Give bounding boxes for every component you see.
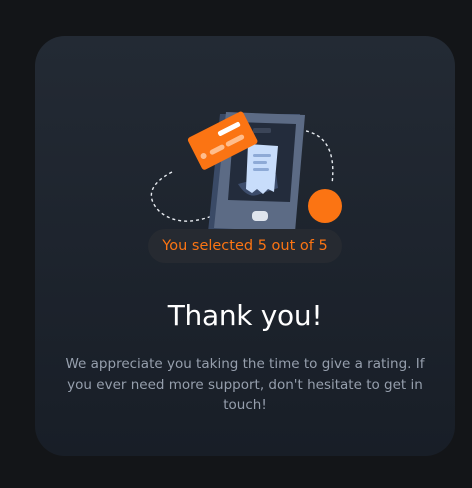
thank-you-message: We appreciate you taking the time to giv… (65, 356, 425, 413)
thank-you-card: You selected 5 out of 5 Thank you! We ap… (35, 36, 455, 456)
phone-payment-illustration (150, 74, 350, 244)
page-title: Thank you! (167, 299, 323, 332)
rating-result-badge: You selected 5 out of 5 (148, 229, 342, 263)
